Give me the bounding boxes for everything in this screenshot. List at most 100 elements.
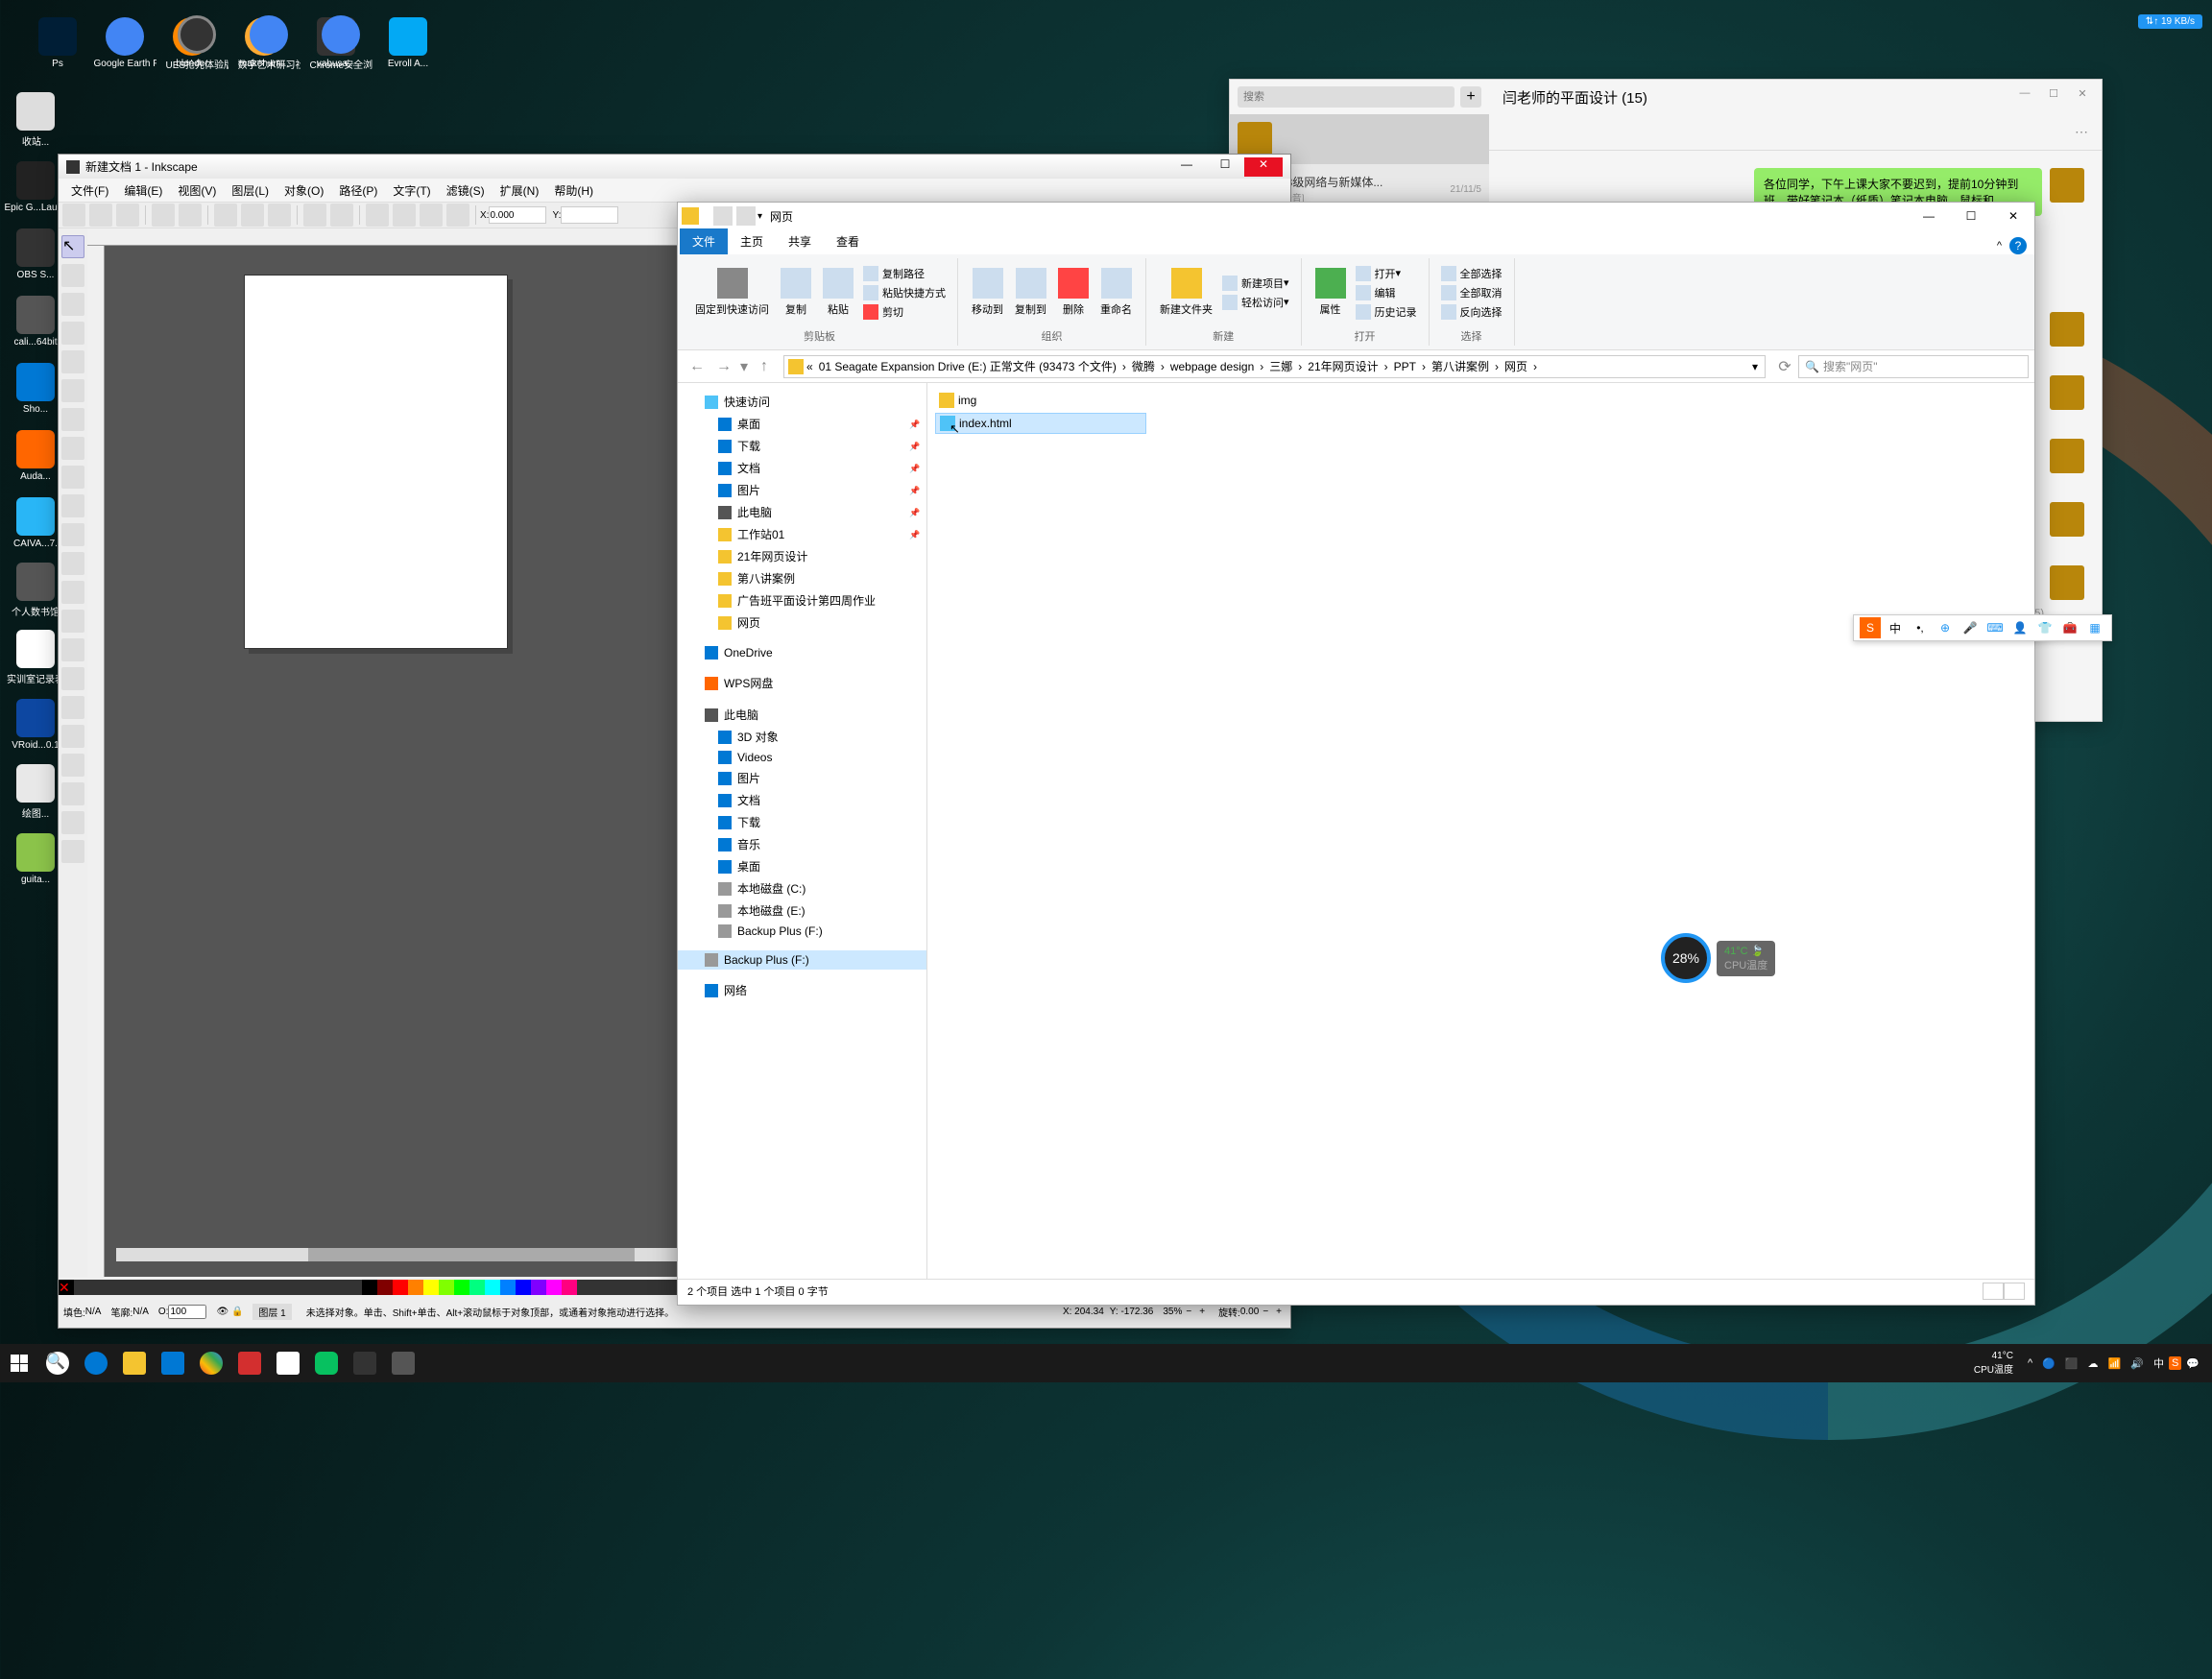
swatch[interactable] xyxy=(500,1280,516,1295)
tree-desktop[interactable]: 桌面📌 xyxy=(678,413,926,435)
paste-button[interactable]: 粘贴 xyxy=(817,264,859,321)
layer-selector[interactable]: 图层 1 xyxy=(252,1304,291,1320)
nav-up[interactable]: ↑ xyxy=(751,355,778,378)
menu-file[interactable]: 文件(F) xyxy=(63,182,116,199)
tray-icon[interactable]: ⬛ xyxy=(2060,1357,2083,1370)
swatch[interactable] xyxy=(377,1280,393,1295)
maximize-button[interactable]: ☐ xyxy=(1950,203,1992,229)
ime-toolbar[interactable]: S 中 •, ⊕ 🎤 ⌨ 👤 👕 🧰 ▦ xyxy=(1853,614,2112,641)
desktop-icon[interactable]: UES抢先体验版 xyxy=(163,5,230,82)
breadcrumb[interactable]: 微腾 xyxy=(1129,358,1158,374)
stroke-value[interactable]: N/A xyxy=(132,1307,149,1317)
tb-save[interactable] xyxy=(116,204,139,227)
scrollbar-thumb[interactable] xyxy=(308,1248,635,1261)
x-input[interactable] xyxy=(489,206,546,224)
tb-copy[interactable] xyxy=(214,204,237,227)
tree-videos[interactable]: Videos xyxy=(678,748,926,767)
copy-to-button[interactable]: 复制到 xyxy=(1009,264,1052,321)
tool-text[interactable] xyxy=(61,523,84,546)
rotation-plus[interactable]: + xyxy=(1272,1307,1286,1317)
copy-path-button[interactable]: 复制路径 xyxy=(859,264,950,283)
tool-zoom[interactable] xyxy=(61,811,84,834)
taskbar-app[interactable] xyxy=(346,1344,384,1382)
qat-btn[interactable] xyxy=(736,206,756,226)
taskbar-search[interactable]: 🔍 xyxy=(38,1344,77,1382)
tool-spray[interactable] xyxy=(61,696,84,719)
minimize-button[interactable]: — xyxy=(1908,203,1950,229)
tab-home[interactable]: 主页 xyxy=(728,228,776,254)
desktop-icon-google-earth[interactable]: Google Earth Pro xyxy=(91,5,158,82)
cut-button[interactable]: 剪切 xyxy=(859,302,950,322)
minimize-button[interactable]: — xyxy=(1167,157,1206,177)
menu-object[interactable]: 对象(O) xyxy=(276,182,331,199)
breadcrumb[interactable]: PPT xyxy=(1391,360,1419,373)
tree-wps[interactable]: WPS网盘 xyxy=(678,672,926,694)
tool-spiral[interactable] xyxy=(61,408,84,431)
qat-btn[interactable] xyxy=(713,206,733,226)
tray-network-icon[interactable]: 📶 xyxy=(2104,1357,2127,1370)
chat-search-input[interactable] xyxy=(1238,86,1455,108)
tb-btn[interactable] xyxy=(366,204,389,227)
tab-share[interactable]: 共享 xyxy=(776,228,824,254)
tool-mesh[interactable] xyxy=(61,581,84,604)
view-details[interactable] xyxy=(1983,1283,2004,1300)
swatch[interactable] xyxy=(439,1280,454,1295)
inkscape-titlebar[interactable]: 新建文档 1 - Inkscape — ☐ ✕ xyxy=(59,155,1290,179)
desktop-icon[interactable]: Ps xyxy=(24,5,91,82)
help-icon[interactable]: ? xyxy=(2009,237,2027,254)
breadcrumb[interactable]: webpage design xyxy=(1167,360,1257,373)
chat-minimize[interactable]: — xyxy=(2010,87,2039,107)
desktop-icon[interactable]: 数字艺术研习社logo.... xyxy=(235,5,302,82)
copy-button[interactable]: 复制 xyxy=(775,264,817,321)
tb-zoom2[interactable] xyxy=(330,204,353,227)
ime-voice-icon[interactable]: 🎤 xyxy=(1960,617,1981,638)
properties-button[interactable]: 属性 xyxy=(1310,264,1352,321)
breadcrumb[interactable]: 01 Seagate Expansion Drive (E:) 正常文件 (93… xyxy=(816,358,1119,374)
swatch[interactable] xyxy=(393,1280,408,1295)
swatch[interactable] xyxy=(531,1280,546,1295)
tool-eraser[interactable] xyxy=(61,725,84,748)
chat-close[interactable]: ✕ xyxy=(2068,87,2097,107)
tb-new[interactable] xyxy=(62,204,85,227)
chat-maximize[interactable]: ☐ xyxy=(2039,87,2068,107)
rename-button[interactable]: 重命名 xyxy=(1094,264,1138,321)
ime-menu-icon[interactable]: ▦ xyxy=(2084,617,2105,638)
select-all-button[interactable]: 全部选择 xyxy=(1437,264,1506,283)
close-button[interactable]: ✕ xyxy=(1244,157,1283,177)
paste-shortcut-button[interactable]: 粘贴快捷方式 xyxy=(859,283,950,302)
tb-btn[interactable] xyxy=(420,204,443,227)
fill-value[interactable]: N/A xyxy=(85,1307,102,1317)
tree-drive-c[interactable]: 本地磁盘 (C:) xyxy=(678,877,926,899)
tree-quick-access[interactable]: 快速访问 xyxy=(678,391,926,413)
tree-network[interactable]: 网络 xyxy=(678,979,926,1001)
tb-btn[interactable] xyxy=(393,204,416,227)
tree-workstation[interactable]: 工作站01📌 xyxy=(678,523,926,545)
tool-tweak[interactable] xyxy=(61,667,84,690)
swatch[interactable] xyxy=(485,1280,500,1295)
tree-this-pc[interactable]: 此电脑 xyxy=(678,704,926,726)
tree-webpage[interactable]: 网页 xyxy=(678,612,926,634)
menu-layer[interactable]: 图层(L) xyxy=(224,182,276,199)
zoom-minus[interactable]: − xyxy=(1182,1307,1195,1317)
desktop-icon[interactable]: 收站... xyxy=(2,86,69,154)
y-input[interactable] xyxy=(561,206,618,224)
tray-volume-icon[interactable]: 🔊 xyxy=(2126,1357,2149,1370)
tree-lecture8[interactable]: 第八讲案例 xyxy=(678,567,926,589)
swatch[interactable] xyxy=(546,1280,562,1295)
taskbar-wps[interactable] xyxy=(230,1344,269,1382)
tool-dropper[interactable] xyxy=(61,610,84,633)
tray-sogou[interactable]: S xyxy=(2169,1356,2181,1370)
taskbar-mail[interactable] xyxy=(154,1344,192,1382)
zoom-value[interactable]: 35% xyxy=(1163,1307,1182,1317)
tree-pictures[interactable]: 图片 xyxy=(678,767,926,789)
swatch[interactable] xyxy=(562,1280,577,1295)
tool-measure[interactable] xyxy=(61,840,84,863)
net-speed-widget[interactable]: ⇅ ↑ 19 KB/s xyxy=(2138,14,2202,29)
tree-documents[interactable]: 文档 xyxy=(678,789,926,811)
tool-circle[interactable] xyxy=(61,322,84,345)
tb-open[interactable] xyxy=(89,204,112,227)
invert-button[interactable]: 反向选择 xyxy=(1437,302,1506,322)
taskbar-app[interactable] xyxy=(384,1344,422,1382)
tab-file[interactable]: 文件 xyxy=(680,228,728,254)
ime-punct[interactable]: •, xyxy=(1910,617,1931,638)
